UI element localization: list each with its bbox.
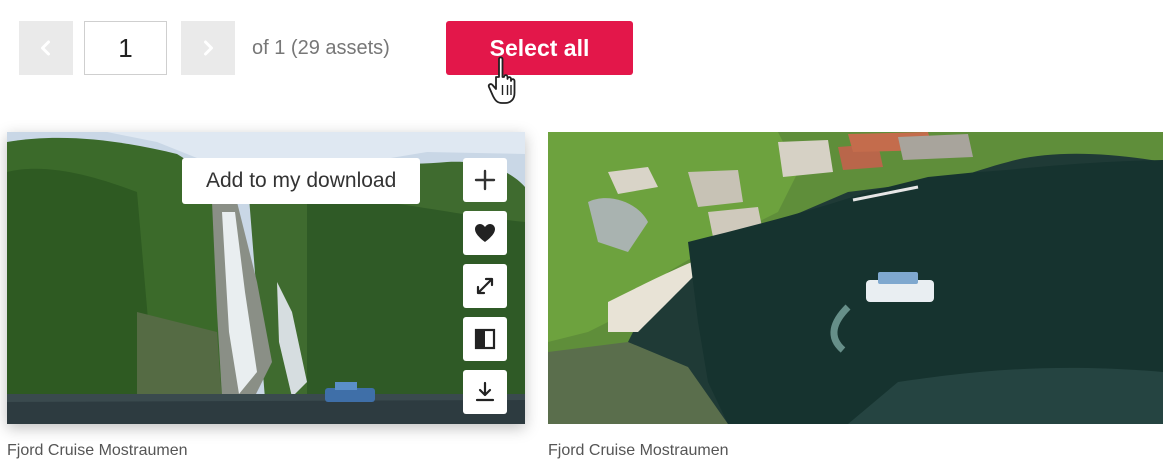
fjord-aerial-image bbox=[548, 132, 1163, 424]
asset-caption[interactable]: Fjord Cruise Mostraumen bbox=[548, 442, 729, 460]
compare-icon bbox=[474, 328, 496, 350]
chevron-right-icon bbox=[204, 40, 213, 56]
favorite-button[interactable] bbox=[463, 211, 507, 255]
previous-page-button[interactable] bbox=[19, 21, 73, 75]
asset-thumbnail[interactable]: Add to my download bbox=[7, 132, 525, 424]
page-summary: of 1 (29 assets) bbox=[252, 36, 390, 59]
asset-caption[interactable]: Fjord Cruise Mostraumen bbox=[7, 442, 188, 460]
heart-icon bbox=[475, 224, 495, 242]
asset-card[interactable]: Fjord Cruise Mostraumen bbox=[548, 132, 1163, 459]
chevron-left-icon bbox=[41, 40, 50, 56]
page-number-input[interactable] bbox=[84, 21, 167, 75]
next-page-button[interactable] bbox=[181, 21, 235, 75]
select-all-button[interactable]: Select all bbox=[446, 21, 633, 75]
download-button[interactable] bbox=[463, 370, 507, 414]
plus-icon bbox=[474, 169, 496, 191]
asset-thumbnail[interactable] bbox=[548, 132, 1163, 424]
add-to-download-tooltip: Add to my download bbox=[182, 158, 421, 204]
fullscreen-button[interactable] bbox=[463, 264, 507, 308]
hand-cursor-icon bbox=[487, 56, 516, 104]
asset-gallery-page: of 1 (29 assets) Select all Add to bbox=[0, 0, 1163, 462]
asset-card[interactable]: Add to my download Fjord Cruise Mostraum… bbox=[7, 132, 525, 459]
download-icon bbox=[475, 381, 495, 402]
expand-icon bbox=[476, 277, 494, 295]
compare-button[interactable] bbox=[463, 317, 507, 361]
add-to-download-button[interactable] bbox=[463, 158, 507, 202]
pagination: of 1 (29 assets) bbox=[19, 21, 390, 75]
